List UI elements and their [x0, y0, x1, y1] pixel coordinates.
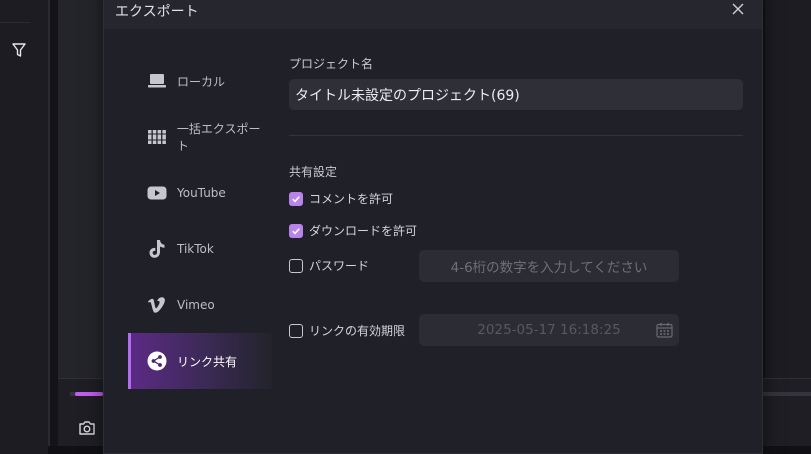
- filter-icon[interactable]: [11, 42, 27, 58]
- checkbox-checked-icon[interactable]: [289, 223, 303, 238]
- password-label: パスワード: [309, 259, 370, 273]
- checkbox-unchecked-icon[interactable]: [289, 258, 303, 273]
- allow-download-label: ダウンロードを許可: [309, 224, 418, 238]
- sidebar-item-youtube[interactable]: YouTube: [128, 165, 272, 221]
- sidebar-item-label: ローカル: [177, 74, 226, 89]
- timeline-progress: [75, 392, 103, 396]
- share-icon: [146, 350, 168, 372]
- camera-icon[interactable]: [78, 420, 96, 436]
- panel-splitter[interactable]: [48, 0, 50, 454]
- link-expiry-label: リンクの有効期限: [309, 324, 406, 338]
- section-divider: [289, 135, 743, 136]
- allow-comments-label: コメントを許可: [309, 192, 394, 206]
- panel-divider: [0, 22, 30, 23]
- sidebar-item-label: TikTok: [177, 242, 214, 256]
- export-dialog: エクスポート ローカル 一括エクスポート YouTube TikTok Vime…: [103, 0, 763, 454]
- expiry-datetime-field[interactable]: 2025-05-17 16:18:25: [419, 314, 679, 346]
- project-name-input[interactable]: タイトル未設定のプロジェクト(69): [289, 79, 743, 110]
- checkbox-unchecked-icon[interactable]: [289, 323, 303, 338]
- password-checkbox[interactable]: パスワード: [289, 257, 369, 274]
- close-icon[interactable]: [730, 1, 746, 17]
- password-input[interactable]: 4-6桁の数字を入力してください: [419, 250, 679, 282]
- checkbox-checked-icon[interactable]: [289, 191, 303, 206]
- project-name-label: プロジェクト名: [289, 57, 374, 71]
- youtube-icon: [146, 182, 168, 204]
- allow-download-checkbox[interactable]: ダウンロードを許可: [289, 222, 417, 239]
- sidebar-item-tiktok[interactable]: TikTok: [128, 221, 272, 277]
- project-name-value: タイトル未設定のプロジェクト(69): [295, 87, 520, 104]
- sidebar-item-label: リンク共有: [177, 354, 238, 369]
- vimeo-icon: [146, 294, 168, 316]
- laptop-icon: [146, 70, 168, 92]
- expiry-datetime-value: 2025-05-17 16:18:25: [477, 322, 621, 338]
- sidebar-item-link-share[interactable]: リンク共有: [128, 333, 272, 389]
- left-panel: [0, 0, 48, 454]
- sidebar-item-label: YouTube: [177, 186, 226, 200]
- allow-comments-checkbox[interactable]: コメントを許可: [289, 190, 393, 207]
- sidebar-item-local[interactable]: ローカル: [128, 53, 272, 109]
- batch-export-icon: [146, 126, 168, 148]
- dialog-title: エクスポート: [115, 4, 199, 20]
- calendar-icon[interactable]: [656, 322, 673, 338]
- export-sidebar: ローカル 一括エクスポート YouTube TikTok Vimeo リンク共有: [128, 53, 272, 389]
- share-settings-heading: 共有設定: [289, 165, 338, 179]
- link-expiry-checkbox[interactable]: リンクの有効期限: [289, 322, 405, 339]
- tiktok-icon: [146, 238, 168, 260]
- sidebar-item-label: 一括エクスポート: [176, 122, 261, 153]
- dialog-header: エクスポート: [104, 0, 762, 29]
- password-placeholder: 4-6桁の数字を入力してください: [450, 260, 648, 276]
- sidebar-item-label: Vimeo: [177, 298, 215, 312]
- sidebar-item-batch-export[interactable]: 一括エクスポート: [128, 109, 272, 165]
- sidebar-item-vimeo[interactable]: Vimeo: [128, 277, 272, 333]
